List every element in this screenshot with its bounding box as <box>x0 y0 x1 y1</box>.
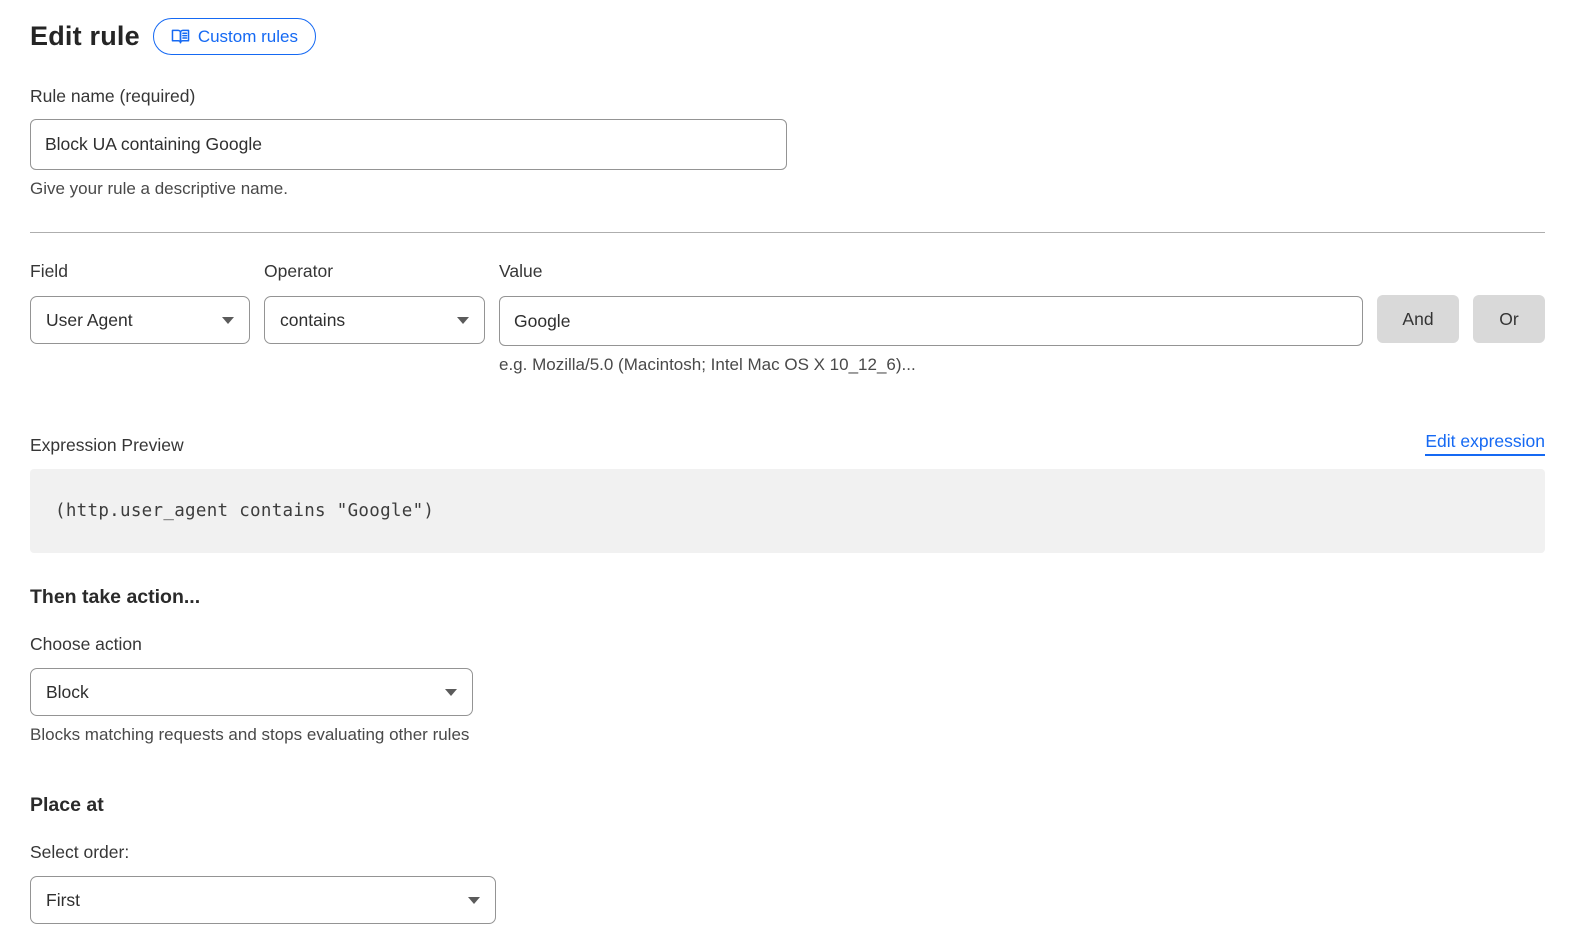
field-label: Field <box>30 261 250 282</box>
custom-rules-button-label: Custom rules <box>198 27 298 47</box>
chevron-down-icon <box>457 317 469 324</box>
value-column: Value e.g. Mozilla/5.0 (Macintosh; Intel… <box>499 261 1363 375</box>
expression-preview-label: Expression Preview <box>30 435 184 456</box>
rule-name-label: Rule name (required) <box>30 86 1545 107</box>
order-dropdown[interactable]: First <box>30 876 496 924</box>
value-label: Value <box>499 261 1363 282</box>
book-icon <box>171 28 190 45</box>
rule-name-input[interactable] <box>30 119 787 170</box>
expression-builder: Field User Agent Operator contains Value… <box>30 261 1545 375</box>
field-dropdown[interactable]: User Agent <box>30 296 250 344</box>
chevron-down-icon <box>445 689 457 696</box>
choose-action-label: Choose action <box>30 634 1545 655</box>
expression-code-block: (http.user_agent contains "Google") <box>30 469 1545 553</box>
value-input[interactable] <box>499 296 1363 346</box>
action-section: Then take action... Choose action Block … <box>30 586 1545 745</box>
or-button[interactable]: Or <box>1473 295 1545 343</box>
edit-rule-page: Edit rule Custom rules Rule name (requir… <box>0 0 1587 924</box>
preview-header: Expression Preview Edit expression <box>30 431 1545 456</box>
action-heading: Then take action... <box>30 586 1545 609</box>
action-dropdown-value: Block <box>46 682 89 703</box>
placement-section: Place at Select order: First <box>30 794 1545 924</box>
field-dropdown-value: User Agent <box>46 310 133 331</box>
place-at-heading: Place at <box>30 794 1545 817</box>
operator-dropdown[interactable]: contains <box>264 296 485 344</box>
page-title: Edit rule <box>30 21 140 52</box>
value-help: e.g. Mozilla/5.0 (Macintosh; Intel Mac O… <box>499 355 1363 375</box>
expression-preview-section: Expression Preview Edit expression (http… <box>30 431 1545 553</box>
edit-expression-link[interactable]: Edit expression <box>1425 431 1545 456</box>
chevron-down-icon <box>468 897 480 904</box>
action-help: Blocks matching requests and stops evalu… <box>30 725 1545 745</box>
action-dropdown[interactable]: Block <box>30 668 473 716</box>
conjunction-buttons: And Or <box>1377 295 1545 343</box>
rule-name-help: Give your rule a descriptive name. <box>30 179 1545 199</box>
field-column: Field User Agent <box>30 261 250 344</box>
expression-code: (http.user_agent contains "Google") <box>55 501 434 521</box>
and-button[interactable]: And <box>1377 295 1459 343</box>
rule-name-section: Rule name (required) Give your rule a de… <box>30 86 1545 199</box>
select-order-label: Select order: <box>30 842 1545 863</box>
operator-column: Operator contains <box>264 261 485 344</box>
operator-label: Operator <box>264 261 485 282</box>
custom-rules-button[interactable]: Custom rules <box>153 18 316 55</box>
section-divider <box>30 232 1545 233</box>
order-dropdown-value: First <box>46 890 80 911</box>
chevron-down-icon <box>222 317 234 324</box>
page-header: Edit rule Custom rules <box>30 18 1545 55</box>
operator-dropdown-value: contains <box>280 310 345 331</box>
